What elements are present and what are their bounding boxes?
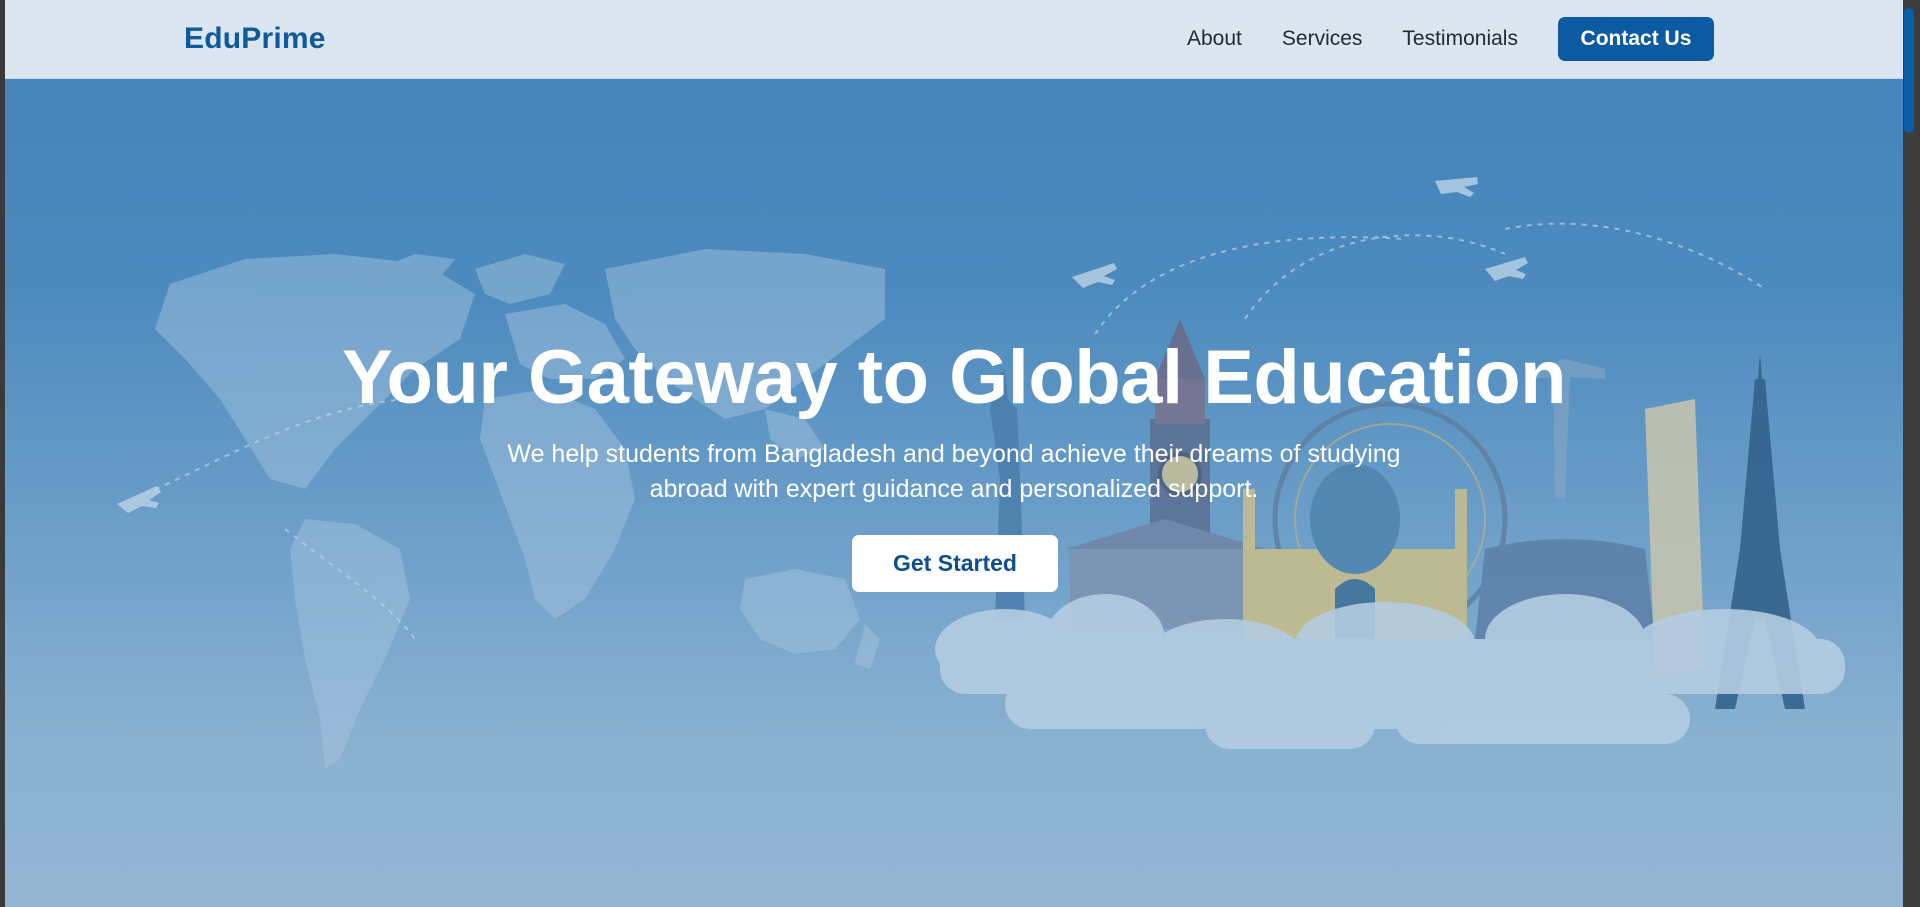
hero-title: Your Gateway to Global Education [341, 335, 1567, 420]
hero-subtitle-line-1: We help students from Bangladesh and bey… [507, 440, 1401, 468]
hero-subtitle-line-2: abroad with expert guidance and personal… [649, 475, 1259, 503]
world-map-icon [155, 249, 885, 769]
hero-subtitle: We help students from Bangladesh and bey… [454, 437, 1454, 507]
nav-link-testimonials[interactable]: Testimonials [1402, 27, 1518, 51]
scrollbar-thumb[interactable] [1904, 8, 1914, 133]
navbar: EduPrime About Services Testimonials Con… [5, 0, 1903, 79]
hero-section: Your Gateway to Global Education We help… [5, 79, 1903, 907]
nav-links: About Services Testimonials Contact Us [1187, 17, 1714, 61]
clouds-illustration [935, 594, 1845, 749]
browser-viewport: EduPrime About Services Testimonials Con… [5, 0, 1903, 907]
contact-us-button[interactable]: Contact Us [1557, 17, 1714, 61]
get-started-button[interactable]: Get Started [852, 535, 1058, 592]
page-scrollbar[interactable] [1903, 0, 1920, 907]
nav-link-services[interactable]: Services [1282, 27, 1363, 51]
brand-logo[interactable]: EduPrime [184, 22, 326, 56]
nav-link-about[interactable]: About [1187, 27, 1242, 51]
